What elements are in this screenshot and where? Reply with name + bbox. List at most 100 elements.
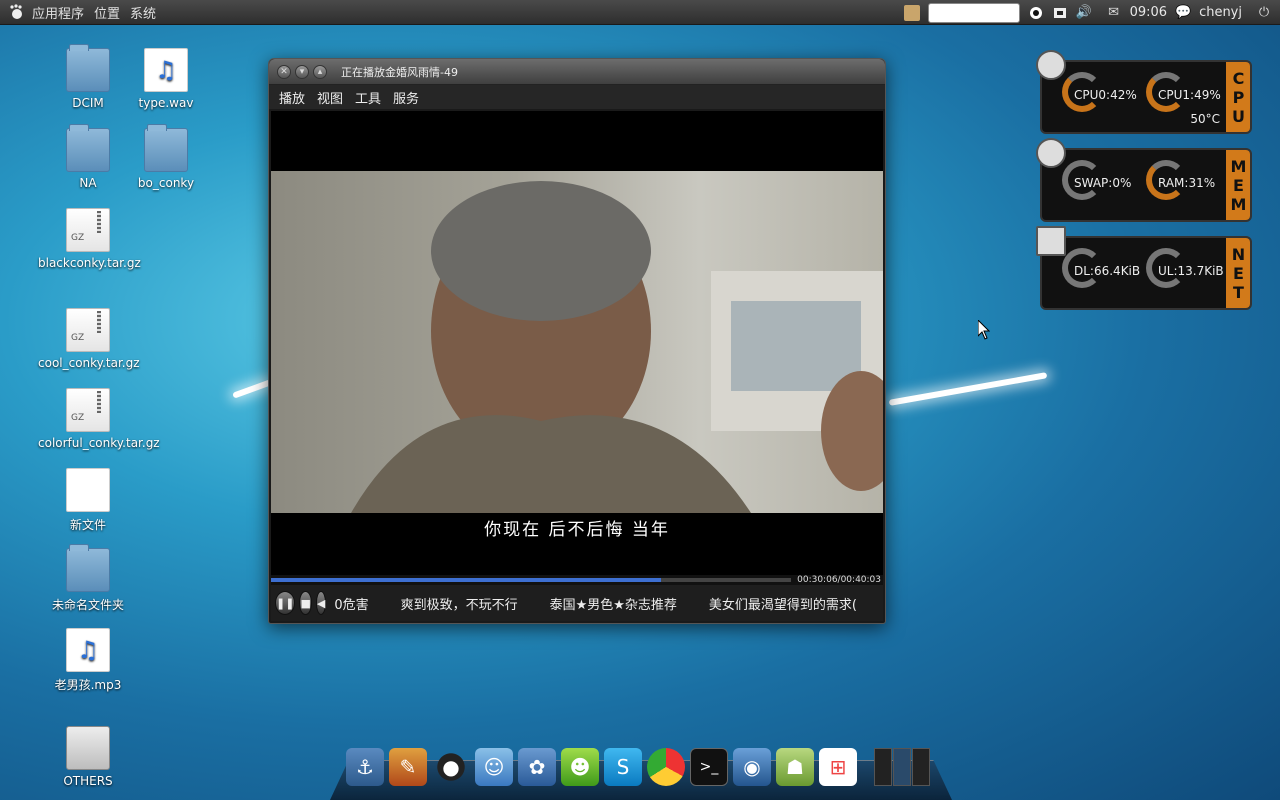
ethernet-icon xyxy=(1036,226,1066,256)
archive-icon: GZ xyxy=(66,208,110,252)
desktop-icon-others[interactable]: OTHERS xyxy=(38,726,138,788)
chat-status-icon[interactable]: 💬 xyxy=(1175,5,1191,21)
minimize-icon[interactable]: ▾ xyxy=(295,64,309,79)
panel-search-input[interactable] xyxy=(927,2,1020,23)
desktop-icon-colorful-conky[interactable]: GZ colorful_conky.tar.gz xyxy=(38,388,160,450)
menu-services[interactable]: 服务 xyxy=(393,88,419,107)
gnome-foot-icon[interactable] xyxy=(8,3,26,21)
maximize-icon[interactable]: ▴ xyxy=(313,64,327,79)
fan-icon xyxy=(1036,50,1066,80)
ticker-item[interactable]: 0危害 xyxy=(334,594,368,613)
desktop-icon-label: bo_conky xyxy=(137,176,195,190)
close-icon[interactable]: ✕ xyxy=(277,64,291,79)
menu-applications[interactable]: 应用程序 xyxy=(32,3,84,22)
panel-clock[interactable]: 09:06 xyxy=(1130,5,1167,20)
qq-icon[interactable]: ● xyxy=(432,748,470,786)
desktop-icon-cool-conky[interactable]: GZ cool_conky.tar.gz xyxy=(38,308,140,370)
volume-icon[interactable]: 🔊 xyxy=(1076,5,1092,21)
menu-system[interactable]: 系统 xyxy=(130,3,156,22)
folder-icon xyxy=(66,544,110,592)
desktop-icon-label: blackconky.tar.gz xyxy=(38,256,141,270)
windows-icon[interactable]: ⊞ xyxy=(819,748,857,786)
msn-icon[interactable]: ☺ xyxy=(475,748,513,786)
document-icon xyxy=(66,468,110,512)
menu-view[interactable]: 视图 xyxy=(317,88,343,107)
playback-time: 00:30:06/00:40:03 xyxy=(797,575,881,585)
desktop-icon-label: OTHERS xyxy=(63,774,113,788)
volume-button[interactable]: ◀ xyxy=(315,591,327,615)
subtitle-text: 你现在 后不后悔 当年 xyxy=(484,520,670,540)
network-icon[interactable]: ◉ xyxy=(733,748,771,786)
side-text: CPU xyxy=(1229,68,1248,126)
stop-button[interactable]: ■ xyxy=(299,591,312,615)
menu-places[interactable]: 位置 xyxy=(94,3,120,22)
ticker-item[interactable]: 泰国★男色★杂志推荐 xyxy=(550,594,677,613)
desktop-icon-mp3[interactable]: ♫ 老男孩.mp3 xyxy=(38,628,138,693)
fetion-icon[interactable]: ☻ xyxy=(561,748,599,786)
desktop-icon-bo-conky[interactable]: bo_conky xyxy=(116,124,216,190)
workspace-1[interactable] xyxy=(874,748,892,786)
desktop-icon-untitled-folder[interactable]: 未命名文件夹 xyxy=(38,544,138,613)
desktop-icon-type-wav[interactable]: ♫ type.wav xyxy=(116,48,216,110)
ad-ticker: 0危害 爽到极致，不玩不行 泰国★男色★杂志推荐 美女们最渴望得到的需求( xyxy=(334,594,883,613)
paw-icon[interactable]: ✿ xyxy=(518,748,556,786)
swap-label: SWAP:0% xyxy=(1074,176,1132,190)
folder-icon xyxy=(66,44,110,92)
download-label: DL:66.4KiB xyxy=(1074,264,1141,278)
folder-icon xyxy=(66,124,110,172)
conky-net-widget: DL:66.4KiB UL:13.7KiB NET xyxy=(1036,226,1252,310)
conky-cpu-widget: CPU0:42% CPU1:49% 50°C CPU xyxy=(1036,50,1252,134)
desktop-icon-label: colorful_conky.tar.gz xyxy=(38,436,160,450)
drive-icon xyxy=(66,726,110,770)
net-side-label: NET xyxy=(1226,238,1250,308)
video-area[interactable]: 你现在 后不后悔 当年 xyxy=(271,111,883,575)
archive-icon: GZ xyxy=(66,308,110,352)
wallpaper-streak-left xyxy=(232,379,272,399)
network-tray-icon[interactable] xyxy=(1052,5,1068,21)
ticker-item[interactable]: 爽到极致，不玩不行 xyxy=(401,594,518,613)
folder-icon xyxy=(144,124,188,172)
menu-play[interactable]: 播放 xyxy=(279,88,305,107)
power-icon[interactable]: ⏻ xyxy=(1256,5,1272,21)
desktop-icon-label: 未命名文件夹 xyxy=(51,598,124,612)
ticker-item[interactable]: 美女们最渴望得到的需求( xyxy=(709,594,857,613)
terminal-icon[interactable]: >_ xyxy=(690,748,728,786)
wallpaper-streak-right xyxy=(888,372,1048,406)
chrome-icon[interactable] xyxy=(647,748,685,786)
cpu0-label: CPU0:42% xyxy=(1074,88,1137,102)
desktop-icon-new-file[interactable]: 新文件 xyxy=(38,468,138,533)
panel-username[interactable]: chenyj xyxy=(1199,5,1242,20)
desktop-icon-blackconky[interactable]: GZ blackconky.tar.gz xyxy=(38,208,141,270)
android-icon[interactable]: ☗ xyxy=(776,748,814,786)
qq-tray-icon[interactable] xyxy=(1028,5,1044,21)
desktop-icon-label: cool_conky.tar.gz xyxy=(38,356,140,370)
menu-tools[interactable]: 工具 xyxy=(355,88,381,107)
system-tray: 🔊 ✉ 09:06 💬 chenyj ⏻ xyxy=(896,0,1280,25)
top-panel: 应用程序 位置 系统 🔊 ✉ 09:06 💬 chenyj ⏻ xyxy=(0,0,1280,25)
seek-bar[interactable]: 00:30:06/00:40:03 xyxy=(271,575,883,585)
mp3-file-icon: ♫ xyxy=(66,628,110,672)
anchor-icon[interactable]: ⚓ xyxy=(346,748,384,786)
workspace-2[interactable] xyxy=(893,748,911,786)
media-player-window: ✕ ▾ ▴ 正在播放金婚风雨情-49 播放 视图 工具 服务 你现在 后不后悔 … xyxy=(268,58,886,624)
mouse-cursor xyxy=(978,320,990,340)
desktop-icon-label: 老男孩.mp3 xyxy=(54,678,122,692)
pause-button[interactable]: ❚❚ xyxy=(275,591,296,615)
archive-icon: GZ xyxy=(66,388,110,432)
skype-icon[interactable]: S xyxy=(604,748,642,786)
notes-icon[interactable] xyxy=(903,4,920,21)
seek-track[interactable] xyxy=(271,578,791,582)
player-menubar: 播放 视图 工具 服务 xyxy=(269,85,885,109)
mem-side-label: MEM xyxy=(1226,150,1250,220)
dock: ⚓ ✎ ● ☺ ✿ ☻ S >_ ◉ ☗ ⊞ xyxy=(346,748,862,786)
window-titlebar[interactable]: ✕ ▾ ▴ 正在播放金婚风雨情-49 xyxy=(269,59,885,85)
workspace-3[interactable] xyxy=(912,748,930,786)
window-title: 正在播放金婚风雨情-49 xyxy=(341,65,458,79)
paint-icon[interactable]: ✎ xyxy=(389,748,427,786)
player-controls: ❚❚ ■ ◀ 0危害 爽到极致，不玩不行 泰国★男色★杂志推荐 美女们最渴望得到… xyxy=(271,585,883,621)
conky-mem-widget: SWAP:0% RAM:31% MEM xyxy=(1036,138,1252,222)
seek-fill xyxy=(271,578,661,582)
mail-icon[interactable]: ✉ xyxy=(1106,5,1122,21)
cpu1-label: CPU1:49% xyxy=(1158,88,1221,102)
workspace-pager[interactable] xyxy=(874,748,932,786)
